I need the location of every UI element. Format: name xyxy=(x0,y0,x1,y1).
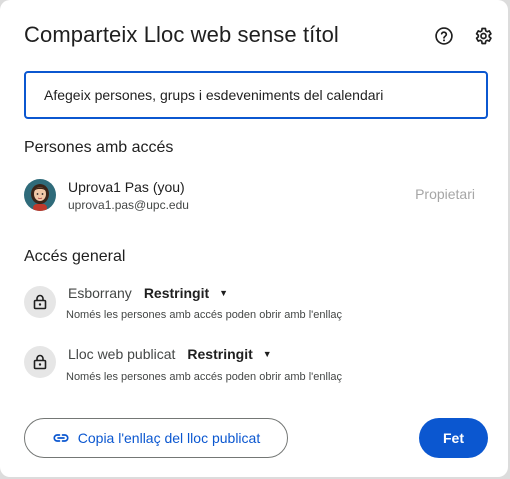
link-icon xyxy=(52,429,70,447)
published-access-dropdown[interactable]: Restringit ▼ xyxy=(187,346,271,362)
published-access-value: Restringit xyxy=(187,346,253,362)
general-access-heading: Accés general xyxy=(24,248,126,265)
add-people-input[interactable] xyxy=(24,71,488,119)
done-button[interactable]: Fet xyxy=(419,418,488,458)
dropdown-caret-icon: ▼ xyxy=(262,349,272,359)
owner-email: uprova1.pas@upc.edu xyxy=(68,198,189,212)
lock-icon xyxy=(24,346,56,378)
copy-published-link-button[interactable]: Copia l'enllaç del lloc publicat xyxy=(24,418,288,458)
dialog-title: Comparteix Lloc web sense títol xyxy=(24,22,339,47)
draft-access-row: Esborrany Restringit ▼ xyxy=(68,285,228,301)
share-dialog: Comparteix Lloc web sense títol Persones… xyxy=(0,0,508,477)
help-icon[interactable] xyxy=(433,25,455,47)
draft-access-label: Esborrany xyxy=(68,285,132,301)
people-with-access-heading: Persones amb accés xyxy=(24,139,174,156)
avatar xyxy=(24,179,56,211)
published-access-description: Només les persones amb accés poden obrir… xyxy=(66,371,343,383)
settings-gear-icon[interactable] xyxy=(472,25,494,47)
owner-role: Propietari xyxy=(415,186,475,202)
lock-icon xyxy=(24,286,56,318)
published-access-row: Lloc web publicat Restringit ▼ xyxy=(68,346,272,362)
draft-access-description: Només les persones amb accés poden obrir… xyxy=(66,309,343,321)
draft-access-dropdown[interactable]: Restringit ▼ xyxy=(144,285,228,301)
dropdown-caret-icon: ▼ xyxy=(219,288,229,298)
published-access-label: Lloc web publicat xyxy=(68,346,176,362)
copy-link-label: Copia l'enllaç del lloc publicat xyxy=(77,430,261,446)
owner-name: Uprova1 Pas (you) xyxy=(68,179,185,195)
draft-access-value: Restringit xyxy=(143,285,210,301)
